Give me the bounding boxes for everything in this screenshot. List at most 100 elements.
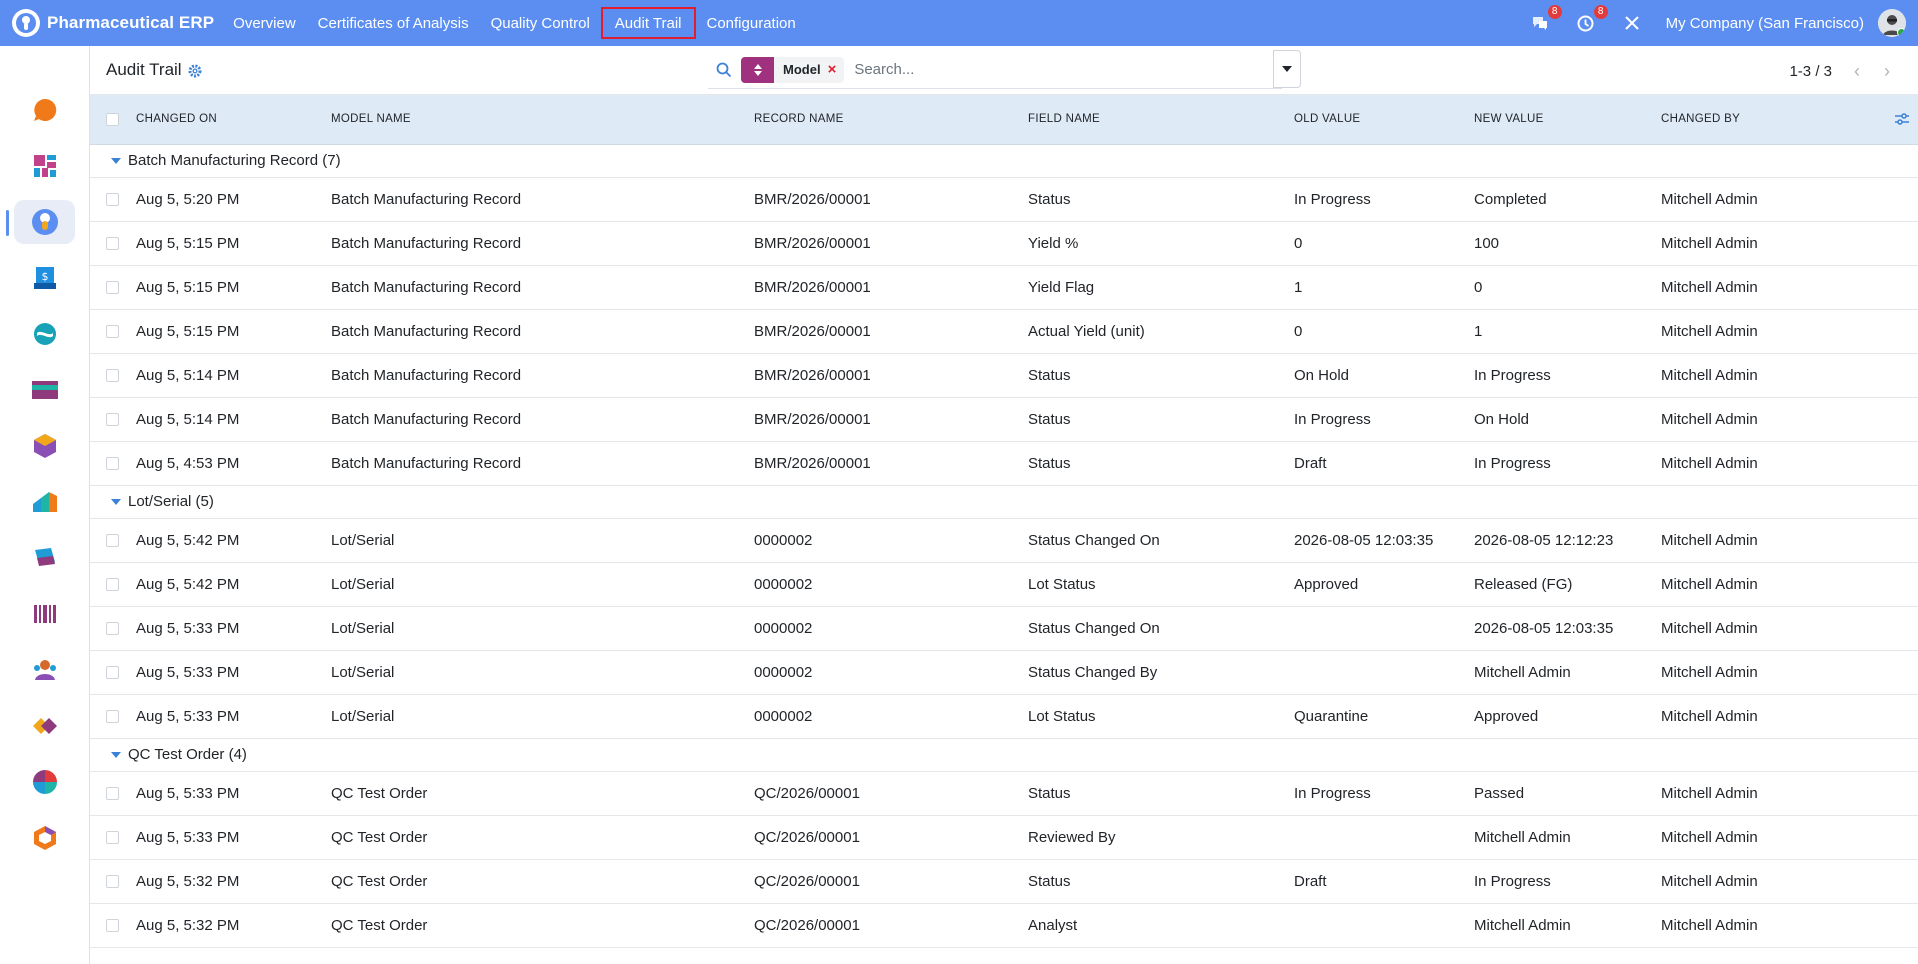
group-row[interactable]: Lot/Serial (5) <box>90 485 1918 519</box>
pager-value[interactable]: 1-3 / 3 <box>1789 63 1832 80</box>
sync-icon[interactable] <box>31 320 59 348</box>
table-row[interactable]: Aug 5, 5:32 PM QC Test Order QC/2026/00001… <box>90 903 1918 948</box>
table-row[interactable]: Aug 5, 5:14 PM Batch Manufacturing Record… <box>90 353 1918 398</box>
row-checkbox[interactable] <box>106 578 119 592</box>
barcode-icon[interactable] <box>31 600 59 628</box>
row-checkbox[interactable] <box>106 325 119 339</box>
menu-certificates-of-analysis[interactable]: Certificates of Analysis <box>307 7 480 39</box>
pager-previous-button[interactable]: ‹ <box>1842 58 1872 84</box>
row-checkbox[interactable] <box>106 237 119 251</box>
table-row[interactable]: Aug 5, 5:42 PM Lot/Serial 0000002 Lot Statu… <box>90 562 1918 607</box>
menu-configuration[interactable]: Configuration <box>696 7 807 39</box>
row-checkbox[interactable] <box>106 369 119 383</box>
cell-changed-by: Mitchell Admin <box>1661 859 1886 904</box>
pager-next-button[interactable]: › <box>1872 58 1902 84</box>
table-row[interactable]: Aug 5, 5:33 PM QC Test Order QC/2026/00001… <box>90 771 1918 816</box>
gear-icon[interactable] <box>188 64 202 78</box>
employees-icon[interactable] <box>31 656 59 684</box>
table-row[interactable]: Aug 5, 5:42 PM Lot/Serial 0000002 Status Ch… <box>90 518 1918 563</box>
facet-remove-icon[interactable]: × <box>826 61 845 78</box>
inventory-icon[interactable] <box>31 488 59 516</box>
group-label: Batch Manufacturing Record (7) <box>128 152 341 169</box>
table-row[interactable]: Aug 5, 5:15 PM Batch Manufacturing Record… <box>90 265 1918 310</box>
row-checkbox[interactable] <box>106 787 119 801</box>
col-old-value[interactable]: OLD VALUE <box>1294 95 1474 145</box>
cell-record-name: BMR/2026/00001 <box>754 221 1028 266</box>
messages-button[interactable]: 8 <box>1528 5 1562 35</box>
row-checkbox[interactable] <box>106 875 119 889</box>
col-changed-on[interactable]: CHANGED ON <box>136 95 331 145</box>
invoicing-icon[interactable]: $ <box>31 264 59 292</box>
table-row[interactable]: Aug 5, 5:15 PM Batch Manufacturing Record… <box>90 309 1918 354</box>
select-all-checkbox[interactable] <box>106 112 119 126</box>
search-options-toggle[interactable] <box>1273 50 1301 88</box>
col-field-name[interactable]: FIELD NAME <box>1028 95 1294 145</box>
app-brand[interactable]: Pharmaceutical ERP <box>12 0 214 46</box>
optional-columns-toggle[interactable] <box>1886 113 1918 125</box>
table-row[interactable]: Aug 5, 5:33 PM QC Test Order QC/2026/00001… <box>90 815 1918 860</box>
search-input[interactable] <box>854 61 1235 78</box>
row-checkbox[interactable] <box>106 919 119 933</box>
diamond-icon[interactable] <box>31 712 59 740</box>
hexagon-icon[interactable] <box>31 824 59 852</box>
menu-quality-control[interactable]: Quality Control <box>480 7 601 39</box>
table-body: Batch Manufacturing Record (7) Aug 5, 5:2… <box>90 144 1918 948</box>
cell-model-name: Batch Manufacturing Record <box>331 353 754 398</box>
menu-overview[interactable]: Overview <box>222 7 307 39</box>
audit-trail-table: CHANGED ON MODEL NAME RECORD NAME FIELD … <box>90 95 1918 948</box>
col-changed-by[interactable]: CHANGED BY <box>1661 95 1886 145</box>
col-record-name[interactable]: RECORD NAME <box>754 95 1028 145</box>
company-switcher[interactable]: My Company (San Francisco) <box>1666 15 1864 32</box>
row-checkbox[interactable] <box>106 413 119 427</box>
sliders-icon <box>1895 113 1909 125</box>
cell-new-value: Released (FG) <box>1474 562 1661 607</box>
row-checkbox[interactable] <box>106 666 119 680</box>
table-row[interactable]: Aug 5, 5:15 PM Batch Manufacturing Record… <box>90 221 1918 266</box>
flag-icon[interactable] <box>31 544 59 572</box>
debug-tools-button[interactable] <box>1620 11 1644 35</box>
cube-icon[interactable] <box>31 432 59 460</box>
row-checkbox[interactable] <box>106 457 119 471</box>
chevron-right-icon: › <box>1884 60 1890 81</box>
group-header[interactable]: Lot/Serial (5) <box>90 493 1918 510</box>
table-row[interactable]: Aug 5, 5:20 PM Batch Manufacturing Record… <box>90 177 1918 222</box>
discuss-icon[interactable] <box>31 96 59 124</box>
col-new-value[interactable]: NEW VALUE <box>1474 95 1661 145</box>
group-row[interactable]: QC Test Order (4) <box>90 738 1918 772</box>
group-row[interactable]: Batch Manufacturing Record (7) <box>90 144 1918 178</box>
col-model-name[interactable]: MODEL NAME <box>331 95 754 145</box>
cell-old-value: On Hold <box>1294 353 1474 398</box>
search-icon[interactable] <box>715 61 733 79</box>
cell-old-value: In Progress <box>1294 771 1474 816</box>
menu-audit-trail[interactable]: Audit Trail <box>600 7 696 39</box>
group-header[interactable]: Batch Manufacturing Record (7) <box>90 152 1918 169</box>
row-checkbox[interactable] <box>106 534 119 548</box>
cell-changed-by: Mitchell Admin <box>1661 353 1886 398</box>
pie-icon[interactable] <box>31 768 59 796</box>
group-header[interactable]: QC Test Order (4) <box>90 746 1918 763</box>
list-view: CHANGED ON MODEL NAME RECORD NAME FIELD … <box>90 95 1918 964</box>
pharma-erp-icon[interactable] <box>31 208 59 236</box>
table-row[interactable]: Aug 5, 5:33 PM Lot/Serial 0000002 Status Ch… <box>90 650 1918 695</box>
cell-old-value <box>1294 815 1474 860</box>
row-checkbox[interactable] <box>106 281 119 295</box>
cell-field-name: Reviewed By <box>1028 815 1294 860</box>
table-row[interactable]: Aug 5, 5:33 PM Lot/Serial 0000002 Lot Statu… <box>90 694 1918 739</box>
cell-record-name: QC/2026/00001 <box>754 815 1028 860</box>
cell-changed-on: Aug 5, 5:33 PM <box>136 771 331 816</box>
activities-button[interactable]: 8 <box>1574 5 1608 35</box>
row-checkbox[interactable] <box>106 710 119 724</box>
row-checkbox[interactable] <box>106 622 119 636</box>
cell-field-name: Status Changed On <box>1028 606 1294 651</box>
group-label: QC Test Order (4) <box>128 746 247 763</box>
cell-new-value: Completed <box>1474 177 1661 222</box>
row-checkbox[interactable] <box>106 193 119 207</box>
row-checkbox[interactable] <box>106 831 119 845</box>
table-row[interactable]: Aug 5, 5:32 PM QC Test Order QC/2026/00001… <box>90 859 1918 904</box>
user-avatar[interactable] <box>1878 9 1906 37</box>
card-icon[interactable] <box>31 376 59 404</box>
table-row[interactable]: Aug 5, 5:14 PM Batch Manufacturing Record… <box>90 397 1918 442</box>
dashboard-icon[interactable] <box>31 152 59 180</box>
table-row[interactable]: Aug 5, 5:33 PM Lot/Serial 0000002 Status Ch… <box>90 606 1918 651</box>
table-row[interactable]: Aug 5, 4:53 PM Batch Manufacturing Record… <box>90 441 1918 486</box>
